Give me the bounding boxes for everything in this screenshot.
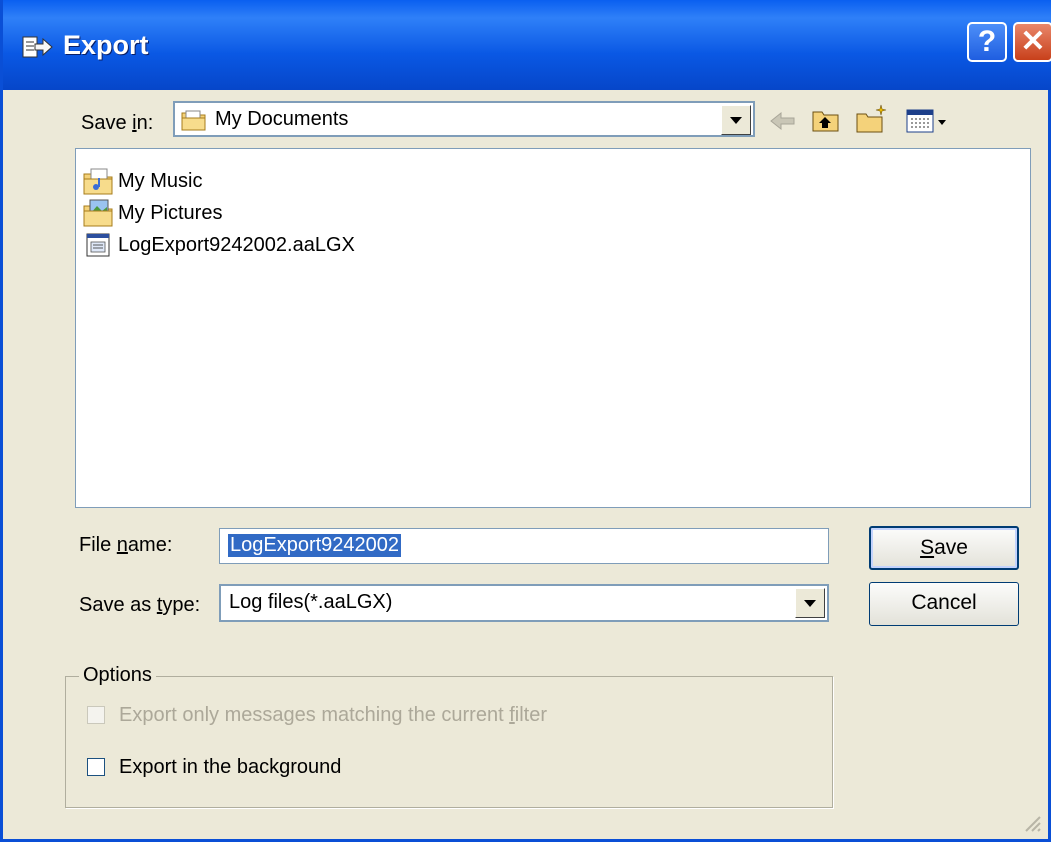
export-background-checkbox[interactable]	[87, 758, 105, 776]
file-name-field-label: File name:	[79, 534, 173, 556]
file-name-label: LogExport9242002.aaLGX	[118, 233, 355, 256]
save-in-dropdown-arrow[interactable]	[721, 105, 751, 135]
title-bar[interactable]: Export ? ✕	[3, 0, 1051, 90]
music-folder-icon	[83, 168, 113, 195]
save-as-type-value: Log files(*.aaLGX)	[229, 591, 393, 613]
save-in-dropdown[interactable]: My Documents	[173, 101, 755, 137]
log-file-icon	[86, 233, 110, 257]
file-item-log-export[interactable]: LogExport9242002.aaLGX	[82, 229, 355, 261]
save-as-type-dropdown[interactable]: Log files(*.aaLGX)	[219, 584, 829, 622]
cancel-button[interactable]: Cancel	[869, 582, 1019, 626]
resize-grip-icon[interactable]	[1020, 811, 1042, 833]
options-group	[65, 676, 833, 808]
help-button[interactable]: ?	[967, 22, 1007, 62]
save-as-type-dropdown-arrow[interactable]	[795, 588, 825, 618]
file-list[interactable]: My Music My Pictures LogExport9242002.aa…	[75, 148, 1031, 508]
save-in-value: My Documents	[215, 108, 349, 130]
export-background-label: Export in the background	[119, 756, 342, 778]
filter-only-checkbox[interactable]	[87, 706, 105, 724]
export-dialog: Export ? ✕ Save in: My Documents My Musi…	[0, 0, 1051, 842]
export-icon	[22, 36, 53, 58]
new-folder-icon[interactable]	[855, 102, 889, 134]
window-title: Export	[63, 30, 149, 60]
file-name-value: LogExport9242002	[228, 534, 402, 557]
file-item-my-pictures[interactable]: My Pictures	[82, 197, 222, 229]
filter-only-label: Export only messages matching the curren…	[119, 704, 547, 726]
documents-folder-icon	[181, 110, 206, 131]
save-in-label: Save in:	[81, 112, 154, 134]
pictures-folder-icon	[83, 199, 113, 227]
options-group-title: Options	[79, 664, 156, 687]
close-button[interactable]: ✕	[1013, 22, 1051, 62]
close-icon: ✕	[1020, 25, 1046, 58]
view-menu-icon[interactable]	[905, 108, 951, 134]
save-button[interactable]: Save	[869, 526, 1019, 570]
file-name-label: My Music	[118, 169, 203, 192]
save-as-type-label: Save as type:	[79, 594, 201, 616]
back-arrow-icon[interactable]	[769, 110, 797, 132]
file-item-my-music[interactable]: My Music	[82, 165, 202, 197]
file-name-input[interactable]: LogExport9242002	[219, 528, 829, 564]
up-folder-icon[interactable]	[811, 106, 841, 134]
help-icon: ?	[977, 25, 997, 58]
file-name-label: My Pictures	[118, 201, 223, 224]
